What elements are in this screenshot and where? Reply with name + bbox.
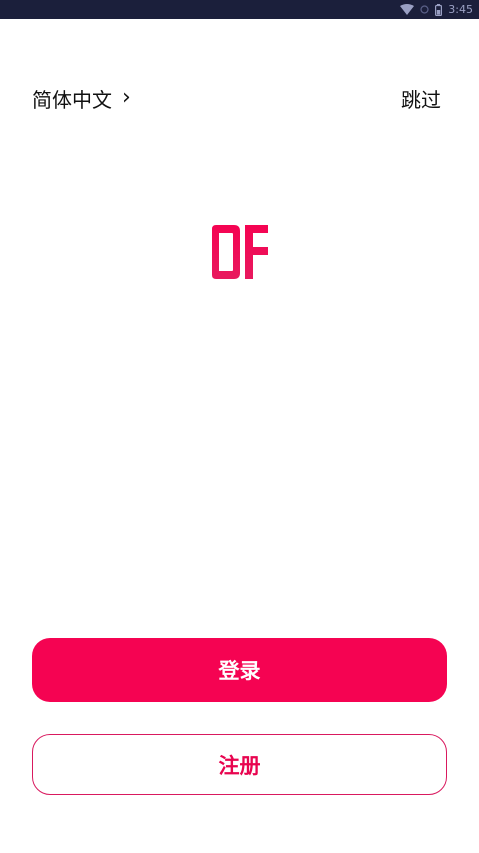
battery-icon xyxy=(435,3,443,16)
skip-button[interactable]: 跳过 xyxy=(401,84,441,112)
status-icons: 3:45 xyxy=(400,2,473,17)
register-button[interactable]: 注册 xyxy=(32,734,447,795)
app-logo xyxy=(212,225,268,279)
wifi-icon xyxy=(400,4,415,15)
login-button[interactable]: 登录 xyxy=(32,638,447,702)
chevron-right-icon: › xyxy=(122,85,131,110)
language-label: 简体中文 xyxy=(32,87,112,112)
status-bar: 3:45 xyxy=(0,0,479,19)
register-label: 注册 xyxy=(218,753,261,778)
skip-label: 跳过 xyxy=(401,87,441,112)
signal-icon xyxy=(420,5,429,14)
status-time: 3:45 xyxy=(448,3,473,16)
login-label: 登录 xyxy=(218,659,261,683)
language-selector[interactable]: 简体中文 › xyxy=(32,84,131,112)
